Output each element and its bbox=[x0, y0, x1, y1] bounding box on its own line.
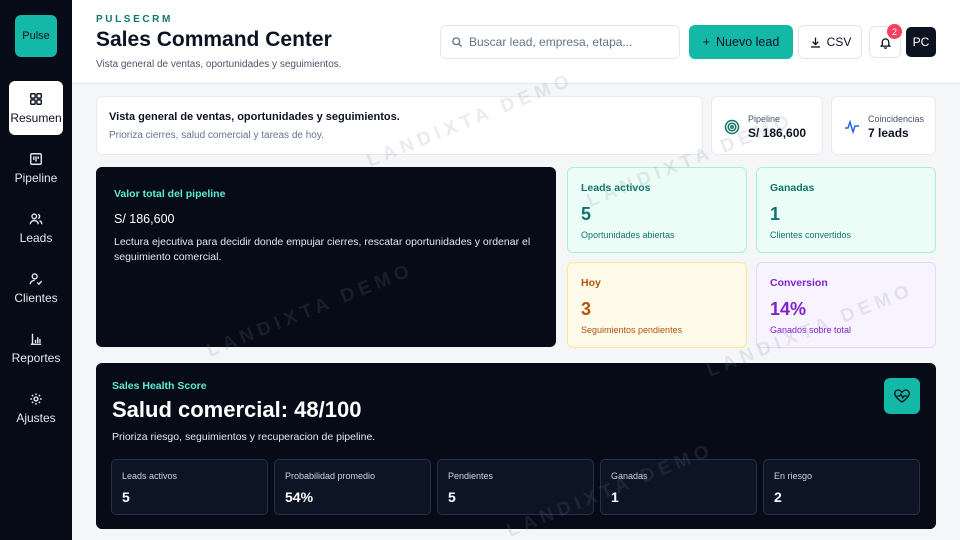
user-check-icon bbox=[29, 272, 43, 285]
metric-value: 2 bbox=[774, 489, 782, 505]
stat-subtext: Ganados sobre total bbox=[770, 325, 852, 335]
page-subtitle: Vista general de ventas, oportunidades y… bbox=[96, 59, 342, 70]
health-title: Salud comercial: 48/100 bbox=[112, 397, 362, 422]
pipeline-panel-value: S/ 186,600 bbox=[114, 212, 175, 226]
new-lead-button[interactable]: + Nuevo lead bbox=[689, 25, 793, 59]
sidebar: Pulse Resumen Pipeline Leads Clientes Re… bbox=[0, 0, 72, 540]
matches-summary: Coincidencias 7 leads bbox=[831, 96, 936, 155]
metric-label: Ganadas bbox=[611, 471, 648, 481]
gear-icon bbox=[30, 392, 42, 405]
matches-summary-label: Coincidencias bbox=[868, 114, 925, 124]
stat-label: Hoy bbox=[581, 277, 601, 289]
pipeline-summary-value: S/ 186,600 bbox=[748, 126, 807, 140]
brand-name: PULSECRM bbox=[96, 14, 173, 25]
stat-value: 3 bbox=[581, 299, 592, 319]
pipeline-value-panel: Valor total del pipeline S/ 186,600 Lect… bbox=[96, 167, 556, 347]
overview-card: Vista general de ventas, oportunidades y… bbox=[96, 96, 703, 155]
notification-badge: 2 bbox=[887, 24, 902, 39]
sidebar-item-label: Ajustes bbox=[16, 410, 56, 425]
overview-heading: Vista general de ventas, oportunidades y… bbox=[109, 111, 400, 123]
page-title: Sales Command Center bbox=[96, 28, 332, 51]
sidebar-item-label: Pipeline bbox=[14, 170, 58, 185]
activity-icon bbox=[845, 119, 859, 135]
stat-label: Conversion bbox=[770, 277, 828, 289]
heart-pulse-icon bbox=[894, 389, 910, 403]
plus-icon: + bbox=[702, 35, 711, 49]
stat-value: 1 bbox=[770, 204, 781, 224]
stat-label: Leads activos bbox=[581, 182, 651, 194]
stat-label: Ganadas bbox=[770, 182, 815, 194]
pipeline-summary-label: Pipeline bbox=[748, 114, 781, 124]
stat-value: 5 bbox=[581, 204, 592, 224]
stat-card-hoy[interactable]: Hoy 3 Seguimientos pendientes bbox=[567, 262, 747, 348]
download-icon bbox=[810, 37, 820, 48]
metric-value: 5 bbox=[448, 489, 456, 505]
metric-value: 5 bbox=[122, 489, 130, 505]
overview-subtext: Prioriza cierres, salud comercial y tare… bbox=[109, 130, 324, 141]
sidebar-item-leads[interactable]: Leads bbox=[9, 201, 63, 255]
csv-export-button[interactable]: CSV bbox=[798, 25, 862, 59]
sales-health-panel: Sales Health Score Salud comercial: 48/1… bbox=[96, 363, 936, 529]
stat-card-ganadas[interactable]: Ganadas 1 Clientes convertidos bbox=[756, 167, 936, 253]
metric-label: Leads activos bbox=[122, 471, 178, 481]
sidebar-item-label: Reportes bbox=[11, 350, 61, 365]
app-logo[interactable]: Pulse bbox=[15, 15, 57, 57]
health-metric-en-riesgo: En riesgo 2 bbox=[763, 459, 920, 515]
metric-value: 1 bbox=[611, 489, 619, 505]
new-lead-label: Nuevo lead bbox=[716, 35, 780, 49]
top-header: PULSECRM Sales Command Center Vista gene… bbox=[72, 0, 960, 84]
search-input[interactable] bbox=[469, 35, 669, 49]
pipeline-summary: Pipeline S/ 186,600 bbox=[711, 96, 823, 155]
stat-subtext: Seguimientos pendientes bbox=[581, 325, 683, 335]
search-box[interactable] bbox=[440, 25, 680, 59]
stat-card-conversion[interactable]: Conversion 14% Ganados sobre total bbox=[756, 262, 936, 348]
metric-value: 54% bbox=[285, 489, 314, 505]
health-badge bbox=[884, 378, 920, 414]
sidebar-item-reportes[interactable]: Reportes bbox=[9, 321, 63, 375]
health-subtitle: Prioriza riesgo, seguimientos y recupera… bbox=[112, 431, 376, 443]
avatar[interactable]: PC bbox=[906, 27, 936, 57]
health-heading: Sales Health Score bbox=[112, 380, 207, 392]
bar-chart-icon bbox=[30, 333, 42, 345]
sidebar-item-label: Resumen bbox=[10, 110, 62, 125]
target-icon bbox=[724, 119, 740, 135]
health-metric-probabilidad: Probabilidad promedio 54% bbox=[274, 459, 431, 515]
stat-value: 14% bbox=[770, 299, 807, 319]
pipeline-panel-heading: Valor total del pipeline bbox=[114, 188, 226, 200]
metric-label: En riesgo bbox=[774, 471, 813, 481]
health-metric-pendientes: Pendientes 5 bbox=[437, 459, 594, 515]
matches-summary-value: 7 leads bbox=[868, 126, 909, 140]
grid-icon bbox=[30, 92, 42, 105]
stat-subtext: Clientes convertidos bbox=[770, 230, 852, 240]
csv-label: CSV bbox=[826, 35, 852, 49]
search-icon bbox=[452, 37, 462, 47]
metric-label: Pendientes bbox=[448, 471, 494, 481]
stat-subtext: Oportunidades abiertas bbox=[581, 230, 675, 240]
sidebar-item-pipeline[interactable]: Pipeline bbox=[9, 141, 63, 195]
users-icon bbox=[29, 212, 43, 224]
sidebar-item-clientes[interactable]: Clientes bbox=[9, 261, 63, 315]
kanban-icon bbox=[30, 152, 42, 165]
metric-label: Probabilidad promedio bbox=[285, 471, 376, 481]
health-metric-ganadas: Ganadas 1 bbox=[600, 459, 757, 515]
stat-card-leads-activos[interactable]: Leads activos 5 Oportunidades abiertas bbox=[567, 167, 747, 253]
sidebar-item-label: Clientes bbox=[14, 290, 58, 305]
sidebar-item-label: Leads bbox=[19, 230, 53, 245]
health-metric-leads-activos: Leads activos 5 bbox=[111, 459, 268, 515]
sidebar-item-resumen[interactable]: Resumen bbox=[9, 81, 63, 135]
pipeline-panel-description: Lectura ejecutiva para decidir donde emp… bbox=[114, 236, 531, 263]
sidebar-item-ajustes[interactable]: Ajustes bbox=[9, 381, 63, 435]
